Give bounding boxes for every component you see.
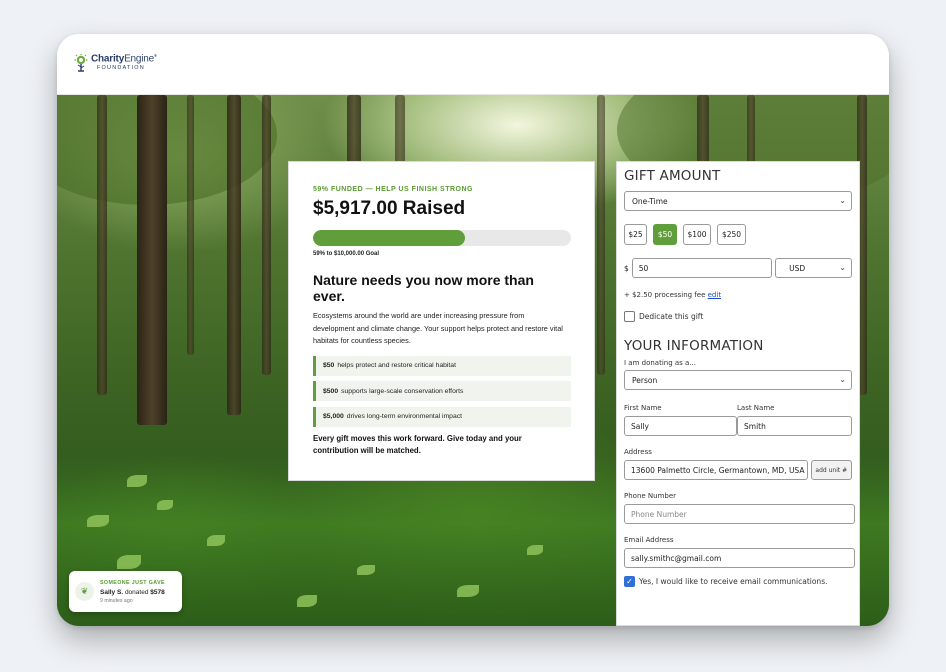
address-label: Address <box>624 448 652 456</box>
chevron-down-icon: ⌄ <box>839 263 846 272</box>
browser-frame: CharityEngine® FOUNDATION 59% FUNDED — H… <box>57 34 889 626</box>
brand-subtitle: FOUNDATION <box>97 65 145 72</box>
gift-amount-heading: GIFT AMOUNT <box>624 168 721 184</box>
last-name-label: Last Name <box>737 404 775 412</box>
toast-time: 9 minutes ago <box>100 597 133 604</box>
donating-as-label: I am donating as a... <box>624 359 696 367</box>
amount-option-250[interactable]: $250 <box>717 224 746 245</box>
toast-kicker: SOMEONE JUST GAVE <box>100 579 165 586</box>
charityengine-logo[interactable]: CharityEngine® FOUNDATION <box>74 54 157 73</box>
dedicate-checkbox[interactable] <box>624 311 635 322</box>
phone-label: Phone Number <box>624 492 677 500</box>
amount-options: $25 $50 $100 $250 <box>624 224 852 245</box>
currency-select[interactable]: USD ⌄ <box>775 258 852 278</box>
toast-message: Sally S. donated $578 <box>100 588 165 596</box>
closing-text: Every gift moves this work forward. Give… <box>313 433 522 456</box>
leaf-icon: ❦ <box>75 582 94 601</box>
chevron-down-icon: ⌄ <box>839 196 846 205</box>
processing-fee: + $2.50 processing fee edit <box>624 291 722 299</box>
site-header: CharityEngine® FOUNDATION <box>57 34 889 95</box>
impact-item: $500 supports large-scale conservation ef… <box>313 381 571 401</box>
amount-option-100[interactable]: $100 <box>683 224 711 245</box>
campaign-body: Ecosystems around the world are under in… <box>313 311 563 345</box>
impact-list: $50 helps protect and restore critical ha… <box>313 355 571 427</box>
edit-fee-link[interactable]: edit <box>708 291 721 299</box>
amount-option-25[interactable]: $25 <box>624 224 647 245</box>
funded-kicker: 59% FUNDED — HELP US FINISH STRONG <box>313 186 474 193</box>
campaign-card: 59% FUNDED — HELP US FINISH STRONG $5,91… <box>288 161 595 481</box>
email-optin-checkbox[interactable]: ✓ <box>624 576 635 587</box>
impact-item: $50 helps protect and restore critical ha… <box>313 355 571 376</box>
campaign-headline: Nature needs you now more than ever. <box>313 272 534 304</box>
recent-donation-toast: ❦ SOMEONE JUST GAVE Sally S. donated $57… <box>69 571 182 612</box>
dedicate-gift-row[interactable]: Dedicate this gift <box>624 311 852 322</box>
brand-name: CharityEngine® <box>91 53 157 65</box>
tree-leaf-icon <box>74 54 88 73</box>
impact-item: $5,000 drives long-term environmental imp… <box>313 406 571 427</box>
dedicate-label: Dedicate this gift <box>639 312 704 321</box>
first-name-field[interactable]: Sally <box>624 416 737 436</box>
progress-bar <box>313 230 571 246</box>
amount-raised: $5,917.00 Raised <box>313 198 466 219</box>
chevron-down-icon: ⌄ <box>839 375 846 384</box>
frequency-select[interactable]: One-Time ⌄ <box>624 191 852 211</box>
email-field[interactable]: sally.smithc@gmail.com <box>624 548 855 568</box>
phone-field[interactable]: Phone Number <box>624 504 855 524</box>
amount-option-50[interactable]: $50 <box>653 224 677 245</box>
custom-amount-row: $ 50 USD ⌄ <box>624 258 852 278</box>
currency-symbol: $ <box>624 263 629 273</box>
donation-form: GIFT AMOUNT One-Time ⌄ $25 $50 $100 $250… <box>616 161 860 626</box>
email-label: Email Address <box>624 536 674 544</box>
progress-fill <box>313 230 466 246</box>
address-field[interactable]: 13600 Palmetto Circle, Germantown, MD, U… <box>624 460 808 480</box>
email-optin-label: Yes, I would like to receive email commu… <box>639 577 828 586</box>
your-information-heading: YOUR INFORMATION <box>624 338 764 354</box>
email-optin-row[interactable]: ✓ Yes, I would like to receive email com… <box>624 576 852 587</box>
first-name-label: First Name <box>624 404 662 412</box>
goal-text: 59% to $10,000.00 Goal <box>313 251 380 257</box>
add-unit-button[interactable]: add unit # <box>810 460 852 480</box>
donor-type-select[interactable]: Person ⌄ <box>624 370 852 390</box>
amount-input[interactable]: 50 <box>631 258 773 278</box>
last-name-field[interactable]: Smith <box>737 416 852 436</box>
